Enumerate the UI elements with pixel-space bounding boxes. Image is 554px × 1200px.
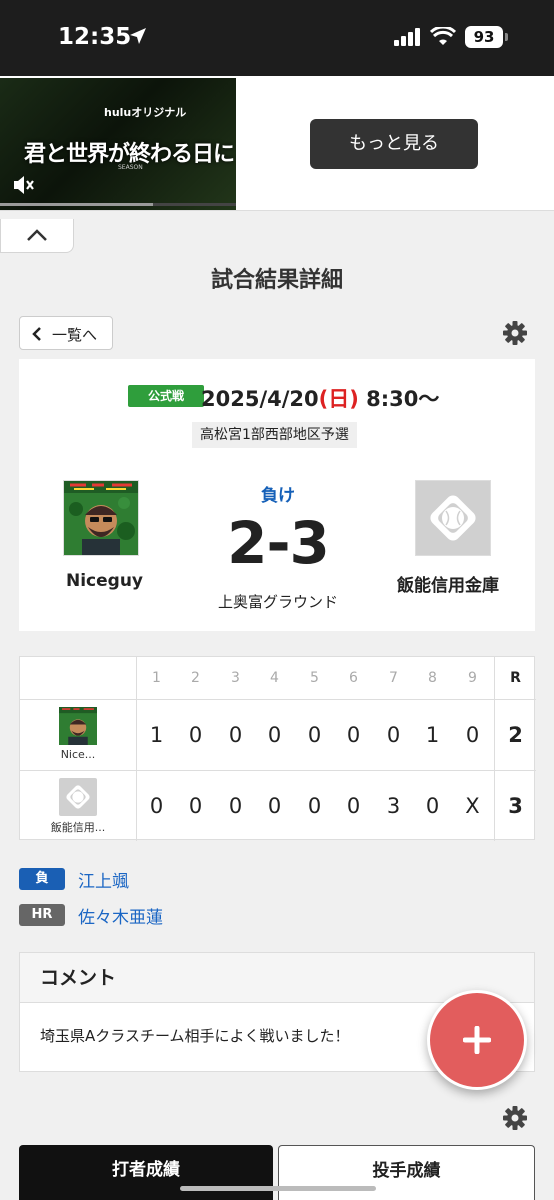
inning-score: 0 [228,794,243,818]
battery-indicator: 93 [465,26,503,48]
cellular-signal-icon [394,28,420,46]
line-score-team-name[interactable]: 飯能信用... [20,819,136,835]
home-team-mini-logo [59,707,97,745]
game-result: 負け [261,486,295,506]
clock: 12:35 [58,24,132,50]
inning-header: 6 [349,670,358,686]
inning-header: 8 [428,670,437,686]
inning-header: 4 [270,670,279,686]
runs-total: 2 [508,723,523,747]
table-divider [20,770,536,771]
tab-pitching-stats[interactable]: 投手成績 [278,1145,535,1200]
mute-icon[interactable] [12,174,36,196]
back-button-label: 一覧へ [52,326,98,344]
game-day-of-week: (日) [318,387,359,411]
home-indicator[interactable] [180,1186,376,1191]
inning-score: 0 [267,723,282,747]
inning-score: 0 [346,794,361,818]
tournament-label: 高松宮1部西部地区予選 [192,422,357,448]
battery-tip [505,33,508,41]
game-datetime: 2025/4/20(日) 8:30〜 [201,383,439,413]
ad-video[interactable]: huluオリジナル 君と世界が終わる日に SEASON [0,78,236,210]
away-team-mini-logo [59,778,97,816]
status-bar: 12:35 93 [0,0,554,76]
home-run-player-link[interactable]: 佐々木亜蓮 [78,903,163,928]
inning-header: 5 [310,670,319,686]
home-team-name[interactable]: Niceguy [66,571,143,591]
ad-more-button[interactable]: もっと見る [310,119,478,169]
game-date: 2025/4/20 [201,387,319,411]
inning-header: 1 [152,670,161,686]
inning-score: 1 [149,723,164,747]
away-team-name[interactable]: 飯能信用金庫 [397,571,499,596]
inning-score: 0 [267,794,282,818]
location-arrow-icon [130,28,146,44]
inning-header: 3 [231,670,240,686]
inning-score: 0 [228,723,243,747]
inning-score: 0 [188,794,203,818]
ad-progress-track [0,203,236,206]
line-score-table: 1 2 3 4 5 6 7 8 9 R Nice... 1 0 0 0 0 0 … [19,656,536,841]
inning-score: 1 [425,723,440,747]
back-to-list-button[interactable]: 一覧へ [19,316,113,350]
chevron-up-icon [27,229,47,241]
inning-score: 0 [307,794,322,818]
inning-score: 0 [307,723,322,747]
inning-score: 0 [386,723,401,747]
chevron-left-icon [32,327,41,341]
plus-icon [463,1026,491,1054]
inning-header: 9 [468,670,477,686]
game-ground: 上奥富グラウンド [217,593,338,611]
gear-icon[interactable] [502,320,528,346]
line-score-team-name[interactable]: Nice... [20,748,136,761]
ad-season: SEASON [118,164,143,171]
page-title: 試合結果詳細 [210,268,343,293]
baseball-placeholder-icon [416,481,490,555]
inning-score: 0 [188,723,203,747]
inning-header: 2 [191,670,200,686]
ad-progress-fill [0,203,154,206]
tab-batting-stats[interactable]: 打者成績 [19,1145,273,1200]
inning-score: 0 [465,723,480,747]
inning-score: 0 [149,794,164,818]
game-time: 8:30〜 [366,387,440,411]
home-team-avatar [64,481,138,555]
inning-header: 7 [389,670,398,686]
away-team-logo[interactable] [415,480,491,556]
losing-pitcher-tag: 負 [19,868,65,890]
collapse-ad-tab[interactable] [0,219,74,253]
add-button[interactable] [427,990,527,1090]
inning-score: 0 [425,794,440,818]
wifi-icon [430,27,456,45]
game-score: 2-3 [227,509,330,577]
gear-icon[interactable] [502,1105,528,1131]
inning-score: X [465,794,480,818]
home-run-tag: HR [19,904,65,926]
ad-banner[interactable]: huluオリジナル 君と世界が終わる日に SEASON もっと見る [0,76,554,211]
home-team-logo[interactable] [63,480,139,556]
inning-score: 0 [346,723,361,747]
ad-brand: huluオリジナル [104,106,187,119]
runs-header: R [510,670,521,686]
game-summary-card: 公式戦 2025/4/20(日) 8:30〜 高松宮1部西部地区予選 Niceg… [19,359,535,631]
game-type-badge: 公式戦 [128,385,204,407]
table-divider [20,699,536,700]
losing-pitcher-link[interactable]: 江上颯 [78,867,129,892]
runs-total: 3 [508,794,523,818]
inning-score: 3 [386,794,401,818]
